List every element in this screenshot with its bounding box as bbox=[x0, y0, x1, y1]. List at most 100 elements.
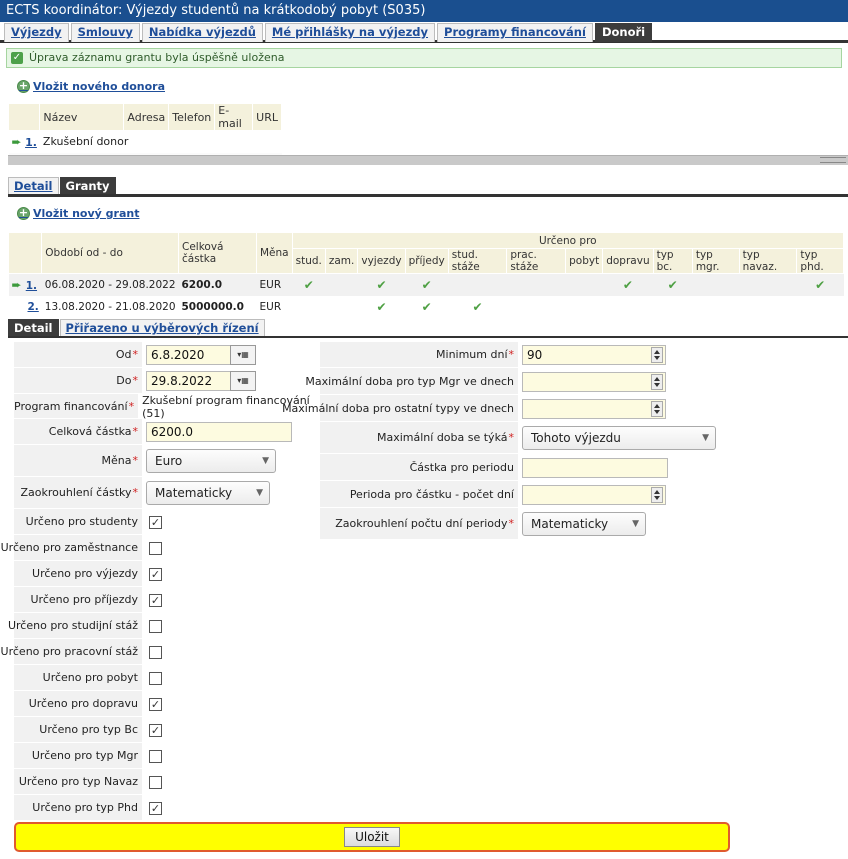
checkbox-label: Určeno pro výjezdy bbox=[14, 561, 142, 587]
tab-smlouvy[interactable]: Smlouvy bbox=[70, 23, 140, 42]
max-mgr-input[interactable] bbox=[522, 371, 666, 392]
checkbox[interactable]: ✓ bbox=[149, 593, 162, 607]
checkbox-label: Určeno pro typ Mgr bbox=[14, 743, 142, 769]
save-bar: Uložit bbox=[14, 822, 730, 852]
max-applies-select[interactable]: Tohoto výjezdu ▼ bbox=[522, 426, 716, 450]
col-telefon: Telefon bbox=[168, 103, 216, 131]
plus-circle-icon: + bbox=[17, 79, 30, 93]
table-row[interactable]: ➨ 1. Zkušební donor bbox=[9, 131, 282, 153]
col-url: URL bbox=[252, 103, 282, 131]
col-sub-9: typ mgr. bbox=[691, 248, 740, 274]
grant-period: 06.08.2020 - 29.08.2022 bbox=[44, 278, 176, 291]
table-row[interactable]: 2. 13.08.2020 - 21.08.2020 5000000.0 EUR ✔ ✔ ✔ bbox=[8, 295, 844, 318]
checkbox-rows: Určeno pro studenty ✓ Určeno pro zaměstnan… bbox=[1, 509, 320, 821]
spinner-icon[interactable] bbox=[651, 400, 663, 417]
calendar-icon[interactable]: ▾▦ bbox=[230, 345, 256, 365]
form-row-checkbox: Určeno pro zaměstnance bbox=[1, 535, 320, 561]
currency-select[interactable]: Euro ▼ bbox=[146, 449, 276, 473]
col-sub-7: dopravu bbox=[602, 248, 654, 274]
save-button[interactable]: Uložit bbox=[344, 827, 400, 847]
form-row-period-days: Perioda pro částku - počet dní bbox=[320, 481, 740, 508]
check-icon: ✔ bbox=[815, 277, 826, 292]
period-amount-input[interactable] bbox=[522, 457, 668, 478]
plus-circle-icon: + bbox=[17, 206, 30, 220]
col-email: E-mail bbox=[214, 103, 254, 131]
row-number-link[interactable]: 1. bbox=[26, 280, 37, 292]
checkbox[interactable] bbox=[149, 619, 162, 633]
max-other-label: Maximální doba pro ostatní typy ve dnech bbox=[282, 395, 518, 422]
form-row-max-applies: Maximální doba se týká * Tohoto výjezdu ▼ bbox=[320, 422, 740, 454]
checkbox[interactable]: ✓ bbox=[149, 697, 162, 711]
checkbox-label: Určeno pro typ Phd bbox=[14, 795, 142, 821]
col-sub-3: příjedy bbox=[404, 248, 449, 274]
tab-programy[interactable]: Programy financování bbox=[437, 23, 593, 42]
tab-donori[interactable]: Donoři bbox=[594, 23, 653, 42]
col-sub-2: vyjezdy bbox=[357, 248, 406, 274]
check-icon: ✔ bbox=[421, 277, 432, 292]
max-other-input[interactable] bbox=[522, 398, 666, 419]
col-amount: Celková částka bbox=[178, 232, 257, 274]
grant-currency: EUR bbox=[259, 300, 282, 313]
add-donor-link[interactable]: + Vložit nového donora bbox=[17, 80, 165, 93]
form-row-checkbox: Určeno pro dopravu ✓ bbox=[14, 691, 320, 717]
checkbox[interactable]: ✓ bbox=[149, 723, 162, 737]
check-icon: ✔ bbox=[667, 277, 678, 292]
checkbox[interactable]: ✓ bbox=[149, 801, 162, 815]
form-row-od: Od * 6.8.2020 ▾▦ bbox=[14, 342, 320, 368]
add-grant-link[interactable]: + Vložit nový grant bbox=[17, 207, 139, 220]
tab-nabidka[interactable]: Nabídka výjezdů bbox=[141, 23, 263, 42]
spinner-icon[interactable] bbox=[651, 373, 663, 390]
horizontal-scrollbar[interactable] bbox=[8, 155, 848, 165]
check-icon: ✔ bbox=[421, 299, 432, 314]
col-sub-8: typ bc. bbox=[652, 248, 693, 274]
chevron-down-icon: ▼ bbox=[632, 519, 639, 529]
table-row[interactable]: ➨ 1. 06.08.2020 - 29.08.2022 6200.0 EUR ✔ ✔ ✔ ✔… bbox=[8, 273, 844, 296]
checkbox[interactable] bbox=[149, 671, 162, 685]
checkbox[interactable] bbox=[149, 645, 162, 659]
row-number-link[interactable]: 2. bbox=[28, 301, 39, 313]
checkbox-label: Určeno pro typ Navaz bbox=[14, 769, 142, 795]
tab-grant-vyberova-rizeni[interactable]: Přiřazeno u výběrových řízení bbox=[59, 319, 265, 337]
check-icon: ✔ bbox=[622, 277, 633, 292]
checkbox[interactable] bbox=[149, 775, 162, 789]
checkbox[interactable] bbox=[149, 541, 162, 555]
form-row-max-other: Maximální doba pro ostatní typy ve dnech bbox=[282, 395, 740, 422]
tab-donor-granty[interactable]: Granty bbox=[59, 177, 116, 195]
checkbox[interactable] bbox=[149, 749, 162, 763]
form-row-amount: Celková částka * 6200.0 bbox=[14, 419, 320, 445]
add-donor-label: Vložit nového donora bbox=[33, 80, 166, 93]
period-days-label: Perioda pro částku - počet dní bbox=[320, 481, 518, 508]
checkbox[interactable]: ✓ bbox=[149, 515, 162, 529]
spinner-icon[interactable] bbox=[651, 347, 663, 363]
amount-input[interactable]: 6200.0 bbox=[146, 422, 292, 442]
col-period: Období od - do bbox=[41, 232, 179, 274]
window-title: ECTS koordinátor: Výjezdy studentů na kr… bbox=[0, 0, 848, 22]
donor-tabs: Detail Granty bbox=[8, 177, 116, 195]
rounding-select[interactable]: Matematicky ▼ bbox=[146, 481, 270, 505]
grant-tabs: Detail Přiřazeno u výběrových řízení bbox=[8, 319, 265, 337]
tab-grant-detail[interactable]: Detail bbox=[8, 319, 59, 337]
period-days-input[interactable] bbox=[522, 484, 666, 505]
grant-table: Období od - do Celková částka Měna Určen… bbox=[7, 232, 845, 318]
do-date-input[interactable]: 29.8.2022 ▾▦ bbox=[146, 371, 256, 391]
spinner-icon[interactable] bbox=[651, 486, 663, 503]
checkbox[interactable]: ✓ bbox=[149, 567, 162, 581]
divider bbox=[8, 194, 848, 197]
arrow-right-icon: ➨ bbox=[11, 277, 26, 292]
col-currency: Měna bbox=[256, 232, 293, 274]
form-row-checkbox: Určeno pro typ Mgr bbox=[14, 743, 320, 769]
row-number-link[interactable]: 1. bbox=[25, 136, 37, 149]
tab-donor-detail[interactable]: Detail bbox=[8, 177, 59, 195]
tab-moje-prihlasky[interactable]: Mé přihlášky na výjezdy bbox=[264, 23, 436, 42]
form-row-checkbox: Určeno pro studijní stáž bbox=[8, 613, 320, 639]
donor-name: Zkušební donor bbox=[42, 135, 129, 149]
min-days-input[interactable]: 90 bbox=[522, 345, 666, 365]
period-rounding-select[interactable]: Matematicky ▼ bbox=[522, 512, 646, 536]
tab-vyjezdy[interactable]: Výjezdy bbox=[4, 23, 69, 42]
check-icon: ✔ bbox=[472, 299, 483, 314]
success-message-text: Úprava záznamu grantu byla úspěšně ulože… bbox=[29, 51, 285, 64]
calendar-icon[interactable]: ▾▦ bbox=[230, 371, 256, 391]
od-date-input[interactable]: 6.8.2020 ▾▦ bbox=[146, 345, 256, 365]
check-icon: ✓ bbox=[11, 52, 23, 64]
scrollbar-grip[interactable] bbox=[820, 157, 846, 163]
